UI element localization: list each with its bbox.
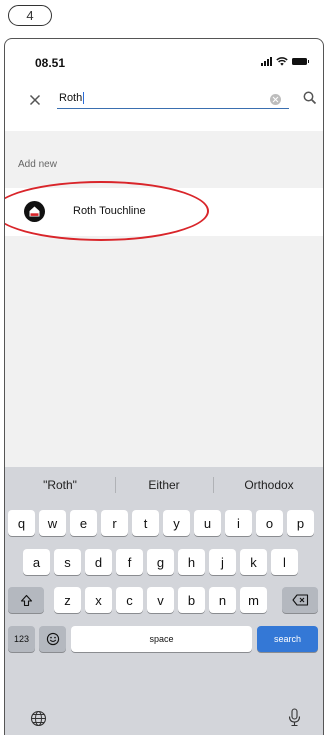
key-q[interactable]: q (8, 510, 35, 536)
suggestion-bar: "Roth" Either Orthodox (5, 467, 323, 503)
wifi-icon (276, 57, 288, 66)
key-v[interactable]: v (147, 587, 174, 613)
key-l[interactable]: l (271, 549, 298, 575)
search-bar: Roth (5, 79, 323, 131)
globe-icon[interactable] (30, 710, 47, 727)
shift-key[interactable] (8, 587, 44, 613)
key-r[interactable]: r (101, 510, 128, 536)
step-number-badge: 4 (8, 5, 52, 26)
emoji-key[interactable] (39, 626, 66, 652)
key-m[interactable]: m (240, 587, 267, 613)
numbers-key[interactable]: 123 (8, 626, 35, 652)
key-n[interactable]: n (209, 587, 236, 613)
step-number: 4 (26, 8, 34, 23)
key-c[interactable]: c (116, 587, 143, 613)
key-a[interactable]: a (23, 549, 50, 575)
search-input[interactable]: Roth (57, 87, 289, 109)
search-key[interactable]: search (257, 626, 318, 652)
key-b[interactable]: b (178, 587, 205, 613)
key-j[interactable]: j (209, 549, 236, 575)
key-w[interactable]: w (39, 510, 66, 536)
suggestion-2[interactable]: Either (115, 467, 213, 503)
key-s[interactable]: s (54, 549, 81, 575)
status-time: 08.51 (35, 56, 66, 70)
key-z[interactable]: z (54, 587, 81, 613)
search-results-area: Add new Roth Touchline (5, 131, 323, 479)
key-p[interactable]: p (287, 510, 314, 536)
microphone-icon[interactable] (288, 708, 301, 727)
key-k[interactable]: k (240, 549, 267, 575)
key-x[interactable]: x (85, 587, 112, 613)
key-h[interactable]: h (178, 549, 205, 575)
status-icons (261, 57, 309, 66)
key-i[interactable]: i (225, 510, 252, 536)
key-f[interactable]: f (116, 549, 143, 575)
section-header-add-new: Add new (18, 159, 57, 170)
text-caret (83, 91, 85, 104)
key-e[interactable]: e (70, 510, 97, 536)
shift-icon (20, 594, 32, 606)
key-t[interactable]: t (132, 510, 159, 536)
backspace-icon (291, 594, 308, 606)
search-query-text: Roth (59, 91, 83, 104)
suggestion-1[interactable]: "Roth" (5, 467, 115, 503)
keyboard: "Roth" Either Orthodox q w e r t y u i o… (5, 467, 323, 735)
key-d[interactable]: d (85, 549, 112, 575)
status-bar: 08.51 (5, 39, 323, 79)
search-icon[interactable] (302, 90, 318, 106)
close-icon[interactable] (25, 90, 45, 110)
space-key[interactable]: space (71, 626, 252, 652)
phone-screen: 08.51 Roth Add new Roth Touchline "Roth"… (4, 38, 324, 735)
key-y[interactable]: y (163, 510, 190, 536)
key-g[interactable]: g (147, 549, 174, 575)
key-u[interactable]: u (194, 510, 221, 536)
signal-icon (261, 57, 272, 66)
battery-icon (292, 58, 309, 65)
suggestion-3[interactable]: Orthodox (213, 467, 323, 503)
clear-search-icon[interactable] (270, 94, 281, 105)
key-o[interactable]: o (256, 510, 283, 536)
emoji-icon (46, 632, 59, 646)
backspace-key[interactable] (282, 587, 318, 613)
